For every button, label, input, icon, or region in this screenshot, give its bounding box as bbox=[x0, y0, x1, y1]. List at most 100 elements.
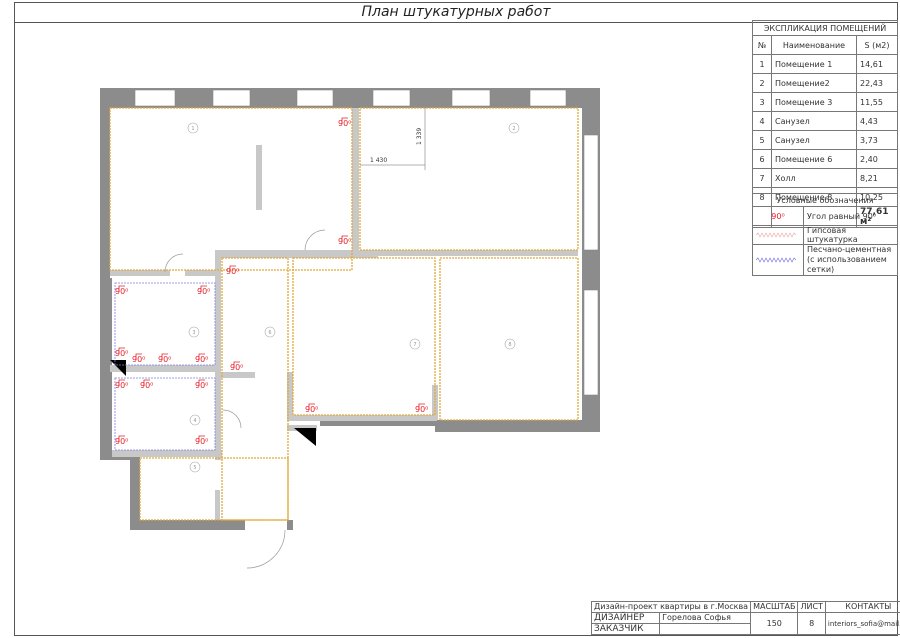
scale-value: 150 bbox=[750, 612, 799, 635]
page: План штукатурных работ 1 2 3 4 5 6 7 8 90⁰ 90⁰ 90⁰… bbox=[0, 0, 900, 638]
legend-cement-label: Песчано-цементная (с использованием сетк… bbox=[803, 244, 898, 276]
room-number: 1 bbox=[191, 126, 194, 132]
cell-name: Помещение2 bbox=[771, 73, 857, 93]
room-number: 2 bbox=[512, 126, 515, 132]
partition-wall bbox=[185, 270, 215, 276]
exterior-wall bbox=[435, 420, 600, 432]
cell-name: Санузел bbox=[771, 111, 857, 131]
designer-name: Горелова Софья bbox=[659, 612, 752, 624]
contacts-label: КОНТАКТЫ bbox=[824, 601, 900, 613]
cell-n: 4 bbox=[752, 111, 772, 131]
col-name: Наименование bbox=[771, 35, 857, 55]
angle-label: 90⁰ bbox=[115, 437, 128, 446]
partition-wall bbox=[215, 250, 221, 460]
angle-label: 90⁰ bbox=[338, 119, 351, 128]
angle-label: 90⁰ bbox=[305, 405, 318, 414]
cell-area: 8,21 bbox=[856, 168, 898, 188]
partition-wall bbox=[256, 145, 262, 210]
room-number: 5 bbox=[193, 465, 196, 471]
table-row: 5 Санузел 3,73 bbox=[752, 130, 898, 150]
cell-area: 4,43 bbox=[856, 111, 898, 131]
window bbox=[451, 89, 491, 107]
project-name: Дизайн-проект квартиры в г.Москва bbox=[590, 601, 752, 613]
partition-wall bbox=[112, 450, 222, 457]
cell-n: 7 bbox=[752, 168, 772, 188]
angle-label: 90⁰ bbox=[195, 381, 208, 390]
cell-area: 14,61 bbox=[856, 54, 898, 74]
angle-label: 90⁰ bbox=[158, 355, 171, 364]
table-row: 7 Холл 8,21 bbox=[752, 168, 898, 188]
legend-title: Условные обозначения bbox=[752, 193, 898, 207]
exterior-wall bbox=[130, 450, 140, 530]
angle-label: 90⁰ bbox=[195, 355, 208, 364]
dimension-horizontal: 1 430 bbox=[370, 157, 387, 164]
gypsum-plaster-line bbox=[292, 257, 436, 416]
dimension-vertical: 1 339 bbox=[416, 128, 423, 145]
door-swing bbox=[246, 529, 286, 569]
cell-n: 3 bbox=[752, 92, 772, 112]
client-label: ЗАКАЗЧИК bbox=[590, 623, 661, 635]
angle-label: 90⁰ bbox=[197, 287, 210, 296]
exterior-wall bbox=[287, 520, 293, 530]
scale-label: МАСШТАБ bbox=[750, 601, 799, 613]
window bbox=[134, 89, 176, 107]
cement-line-icon bbox=[752, 244, 804, 276]
door-swing bbox=[304, 229, 326, 251]
partition-wall bbox=[358, 250, 578, 256]
cell-name: Санузел bbox=[771, 130, 857, 150]
angle-label: 90⁰ bbox=[140, 381, 153, 390]
client-name bbox=[659, 623, 752, 635]
angle-label: 90⁰ bbox=[338, 237, 351, 246]
cell-n: 5 bbox=[752, 130, 772, 150]
angle-label: 90⁰ bbox=[115, 287, 128, 296]
window bbox=[583, 289, 599, 396]
room-number: 6 bbox=[268, 330, 271, 336]
partition-wall bbox=[287, 415, 437, 421]
door-swing bbox=[222, 409, 242, 429]
angle-symbol: 90⁰ bbox=[752, 206, 804, 226]
partition-wall bbox=[215, 490, 220, 520]
room-number: 4 bbox=[193, 418, 196, 424]
cell-area: 3,73 bbox=[856, 130, 898, 150]
col-number: № bbox=[752, 35, 772, 55]
legend-angle-label: Угол равный 90⁰ bbox=[803, 206, 898, 226]
legend-table: Условные обозначения 90⁰ Угол равный 90⁰ … bbox=[752, 193, 898, 276]
title-block: Дизайн-проект квартиры в г.Москва МАСШТА… bbox=[590, 601, 900, 635]
explication-title: ЭКСПЛИКАЦИЯ ПОМЕЩЕНИЙ bbox=[752, 20, 898, 36]
table-row: 2 Помещение2 22,43 bbox=[752, 73, 898, 93]
cell-area: 2,40 bbox=[856, 149, 898, 169]
cell-area: 22,43 bbox=[856, 73, 898, 93]
contacts-email[interactable]: interiors_sofia@mail.ru bbox=[824, 612, 900, 635]
window bbox=[296, 89, 334, 107]
table-row: 1 Помещение 1 14,61 bbox=[752, 54, 898, 74]
cell-name: Холл bbox=[771, 168, 857, 188]
gypsum-line-icon bbox=[752, 225, 804, 245]
partition-wall bbox=[352, 108, 359, 258]
cell-name: Помещение 3 bbox=[771, 92, 857, 112]
angle-label: 90⁰ bbox=[115, 381, 128, 390]
cell-n: 2 bbox=[752, 73, 772, 93]
angle-label: 90⁰ bbox=[195, 437, 208, 446]
cell-area: 11,55 bbox=[856, 92, 898, 112]
window bbox=[372, 89, 411, 107]
partition-wall bbox=[110, 270, 170, 276]
cell-name: Помещение 6 bbox=[771, 149, 857, 169]
cell-n: 6 bbox=[752, 149, 772, 169]
door-swing bbox=[164, 253, 184, 273]
angle-label: 90⁰ bbox=[226, 267, 239, 276]
gypsum-plaster-line bbox=[139, 457, 289, 521]
exterior-wall bbox=[130, 520, 245, 530]
table-row: 4 Санузел 4,43 bbox=[752, 111, 898, 131]
exterior-wall bbox=[100, 88, 110, 278]
window bbox=[583, 134, 599, 251]
partition-wall bbox=[220, 372, 255, 378]
gypsum-plaster-line bbox=[359, 107, 579, 251]
room-number: 3 bbox=[192, 330, 195, 336]
cell-n: 1 bbox=[752, 54, 772, 74]
angle-label: 90⁰ bbox=[415, 405, 428, 414]
table-row: 3 Помещение 3 11,55 bbox=[752, 92, 898, 112]
angle-label: 90⁰ bbox=[132, 355, 145, 364]
gypsum-plaster-line bbox=[109, 107, 353, 271]
window bbox=[529, 89, 567, 107]
cell-name: Помещение 1 bbox=[771, 54, 857, 74]
